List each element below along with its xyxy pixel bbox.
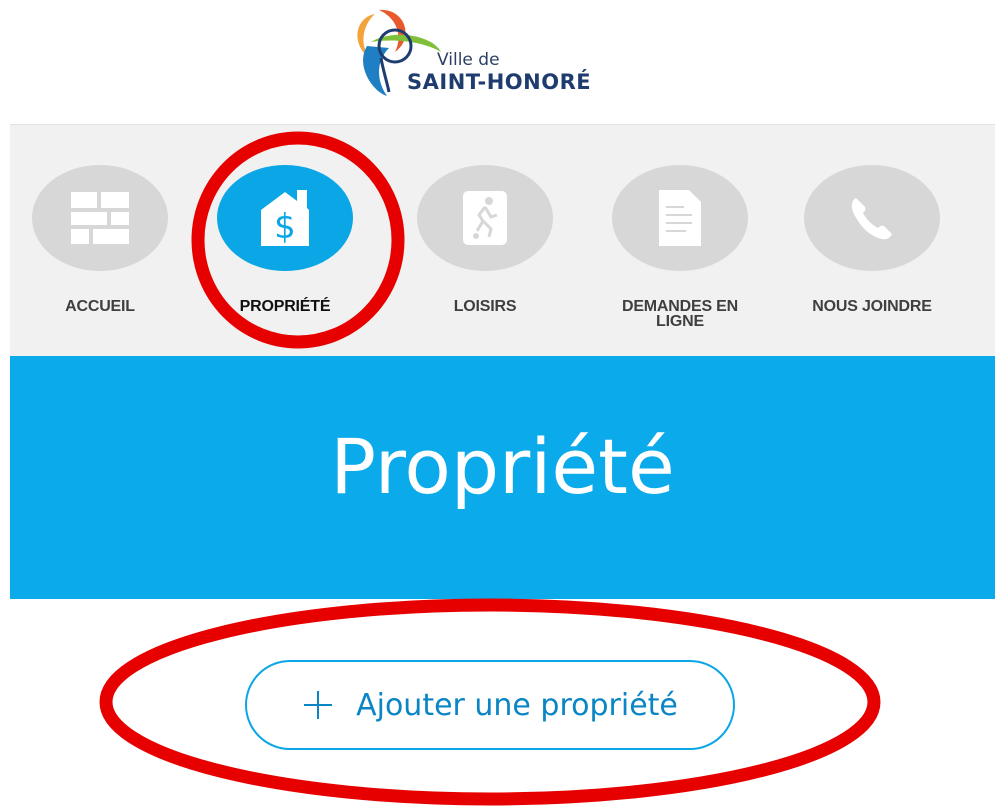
- nav-item-nous-joindre[interactable]: NOUS JOINDRE: [792, 165, 952, 315]
- nav-item-loisirs[interactable]: LOISIRS: [405, 165, 565, 315]
- nav-icon-circle: [804, 165, 940, 271]
- nav-icon-circle: [32, 165, 168, 271]
- nav-item-demandes-en-ligne[interactable]: DEMANDES EN LIGNE: [600, 165, 760, 330]
- nav-label-accueil: ACCUEIL: [65, 298, 135, 315]
- nav-label-nous-joindre: NOUS JOINDRE: [812, 298, 932, 315]
- nav-icon-circle: [612, 165, 748, 271]
- home-grid-icon: [71, 192, 129, 244]
- nav-label-line2: LIGNE: [656, 313, 704, 330]
- nav-label-loisirs: LOISIRS: [453, 298, 517, 315]
- house-dollar-icon: $: [261, 190, 309, 247]
- nav-icon-circle: $: [217, 165, 353, 271]
- page-title: Propriété: [330, 422, 675, 511]
- add-property-button[interactable]: Ajouter une propriété: [245, 660, 735, 750]
- nav-item-propriete[interactable]: $ PROPRIÉTÉ: [205, 165, 365, 315]
- phone-icon: [851, 198, 892, 240]
- nav-label-line1: DEMANDES EN: [621, 298, 739, 315]
- site-logo[interactable]: Ville de SAINT-HONORÉ: [345, 8, 645, 100]
- nav-icon-circle: [417, 165, 553, 271]
- add-property-label: Ajouter une propriété: [356, 687, 678, 723]
- page: Ville de SAINT-HONORÉ ACCUEIL $ PROPRIÉT…: [0, 0, 995, 808]
- main-nav: ACCUEIL $ PROPRIÉTÉ LOISIRS DEMANDES EN …: [10, 124, 995, 357]
- nav-label-demandes-en-ligne: DEMANDES EN LIGNE: [600, 298, 760, 330]
- logo-big-text: SAINT-HONORÉ: [407, 70, 592, 94]
- soccer-player-icon: [463, 191, 507, 245]
- logo-small-text: Ville de: [437, 50, 500, 70]
- svg-text:$: $: [274, 207, 296, 247]
- page-hero-banner: Propriété: [10, 356, 995, 599]
- nav-item-accueil[interactable]: ACCUEIL: [20, 165, 180, 315]
- document-icon: [659, 190, 701, 246]
- nav-label-propriete: PROPRIÉTÉ: [239, 298, 331, 315]
- plus-icon: [304, 691, 333, 719]
